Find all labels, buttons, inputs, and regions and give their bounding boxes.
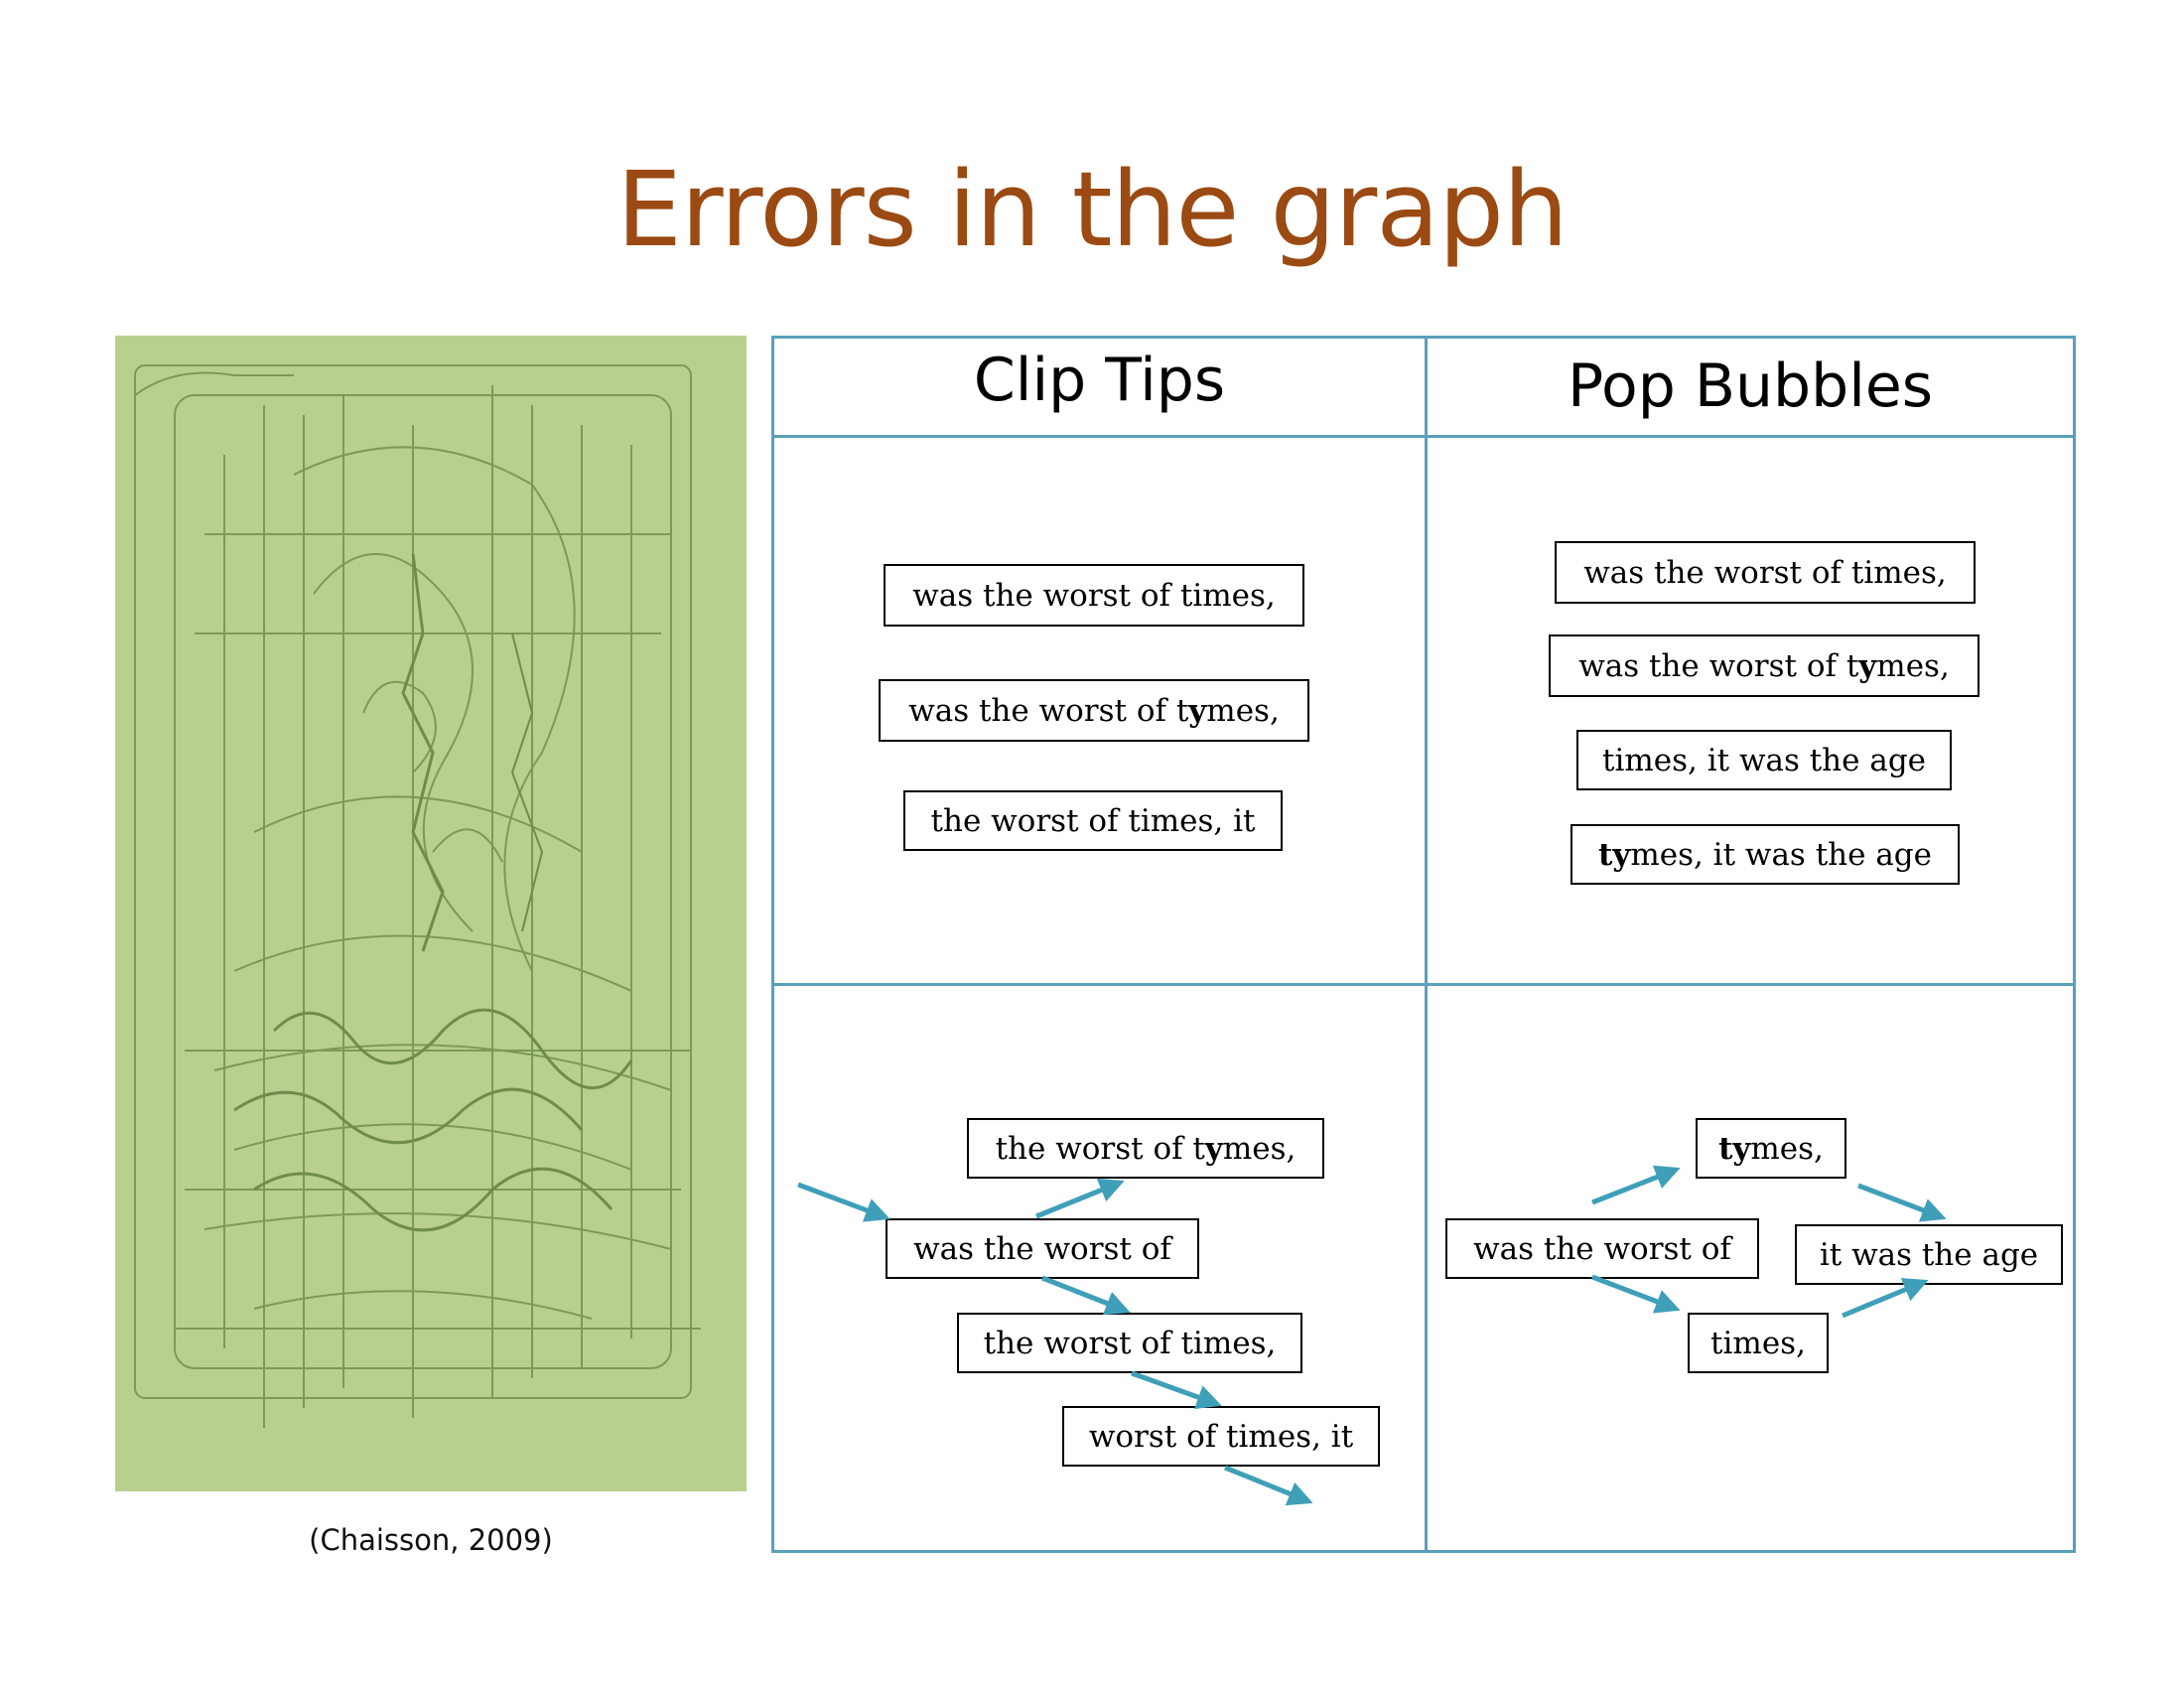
- arrow-icon: [797, 1182, 890, 1222]
- graph-arrows: [797, 1165, 1947, 1506]
- arrow-icon: [1842, 1278, 1929, 1319]
- arrow-icon: [1131, 1370, 1222, 1409]
- arrow-icon: [1041, 1275, 1131, 1316]
- arrow-icon: [1224, 1465, 1313, 1506]
- arrow-icon: [1035, 1178, 1125, 1219]
- arrow-icon: [1591, 1165, 1681, 1205]
- arrow-icon: [1591, 1274, 1681, 1314]
- arrow-icon: [1857, 1183, 1947, 1222]
